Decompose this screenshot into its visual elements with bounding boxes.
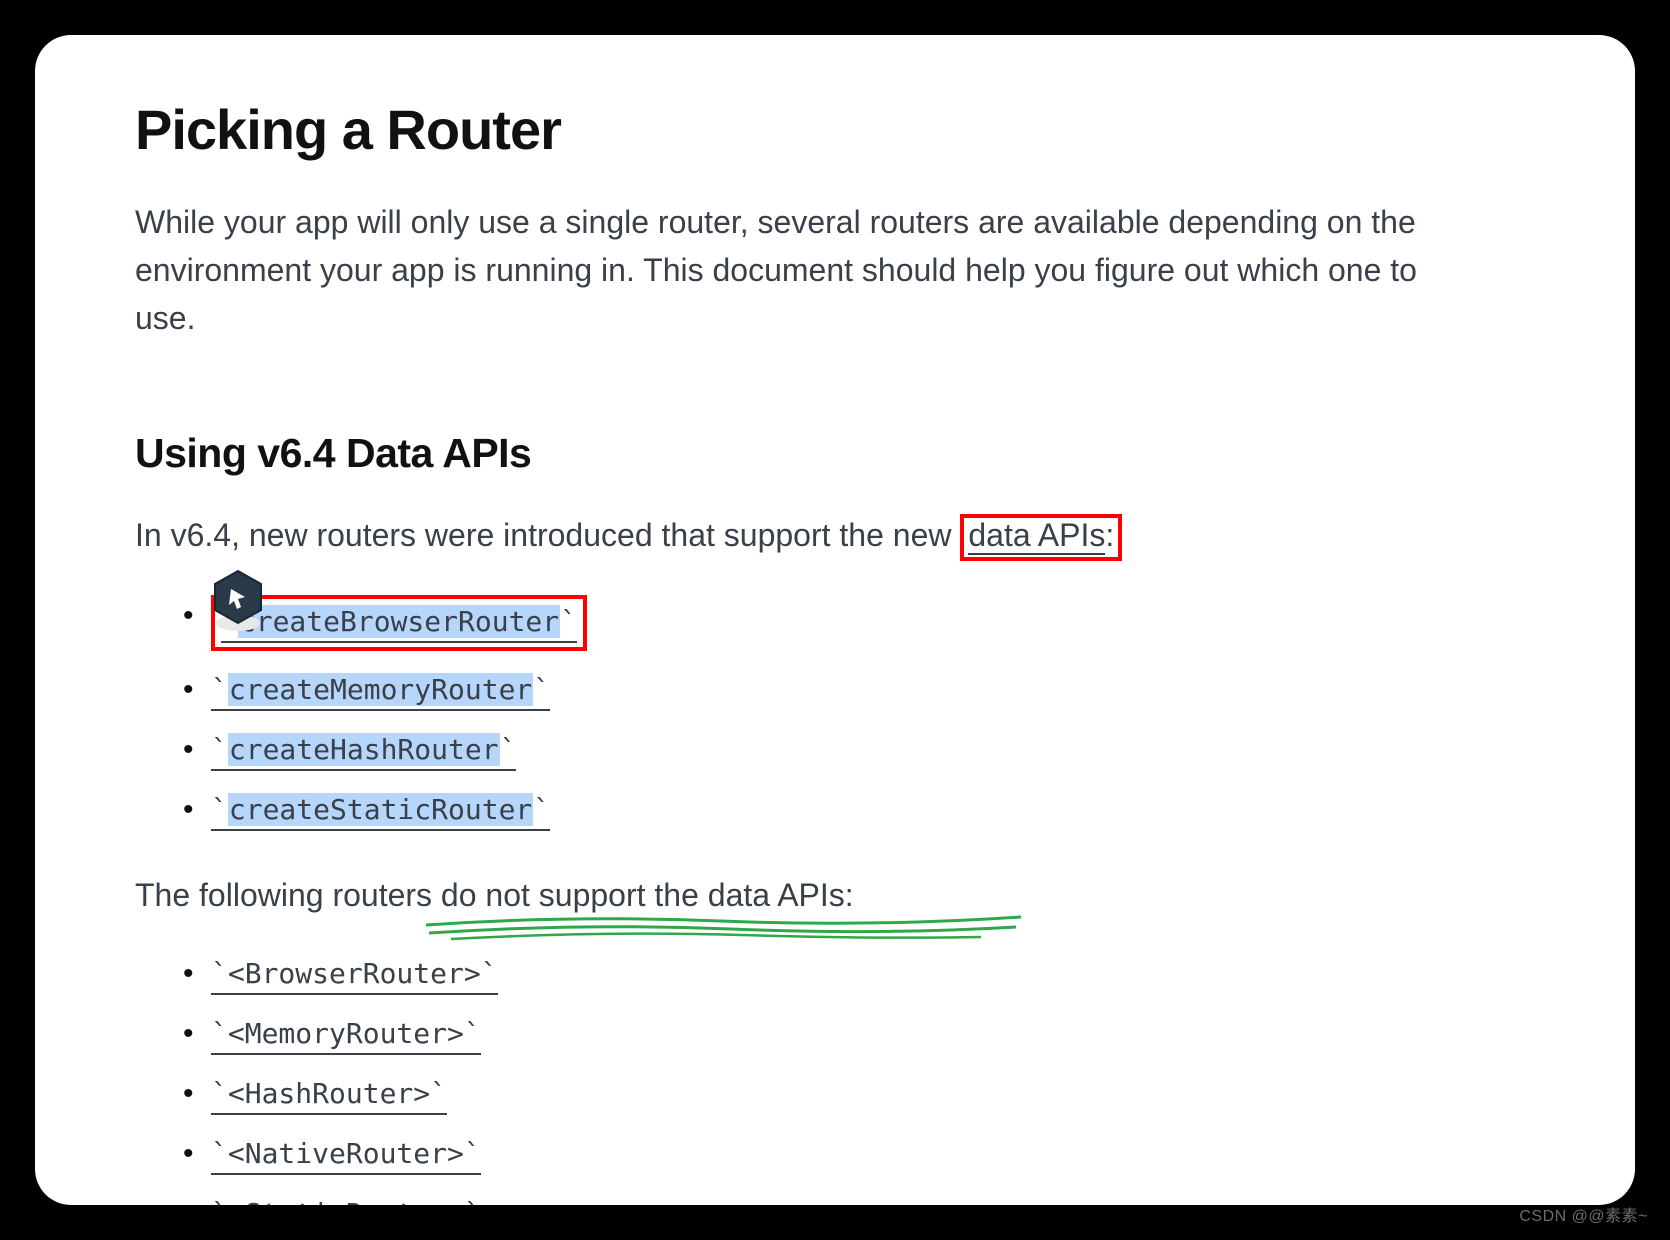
para1-prefix: In v6.4, new routers were introduced tha…: [135, 517, 960, 553]
link-create-browser-router[interactable]: `createBrowserRouter`: [221, 604, 577, 642]
annotation-underline: do not support the data APIs:: [441, 871, 854, 919]
annotation-box-data-apis: data APIs:: [960, 514, 1122, 561]
intro-paragraph: While your app will only use a single ro…: [135, 198, 1465, 342]
link-hash-router[interactable]: `<HashRouter>`: [211, 1076, 447, 1114]
para1-suffix: :: [1105, 517, 1114, 553]
annotation-box-create-browser-router: `createBrowserRouter`: [211, 595, 587, 651]
link-native-router[interactable]: `<NativeRouter>`: [211, 1136, 481, 1174]
list-item: `<BrowserRouter>`: [183, 953, 1535, 995]
list-item: `<NativeRouter>`: [183, 1133, 1535, 1175]
link-data-apis[interactable]: data APIs: [968, 517, 1105, 555]
section-para-1: In v6.4, new routers were introduced tha…: [135, 511, 1535, 561]
page-title: Picking a Router: [135, 97, 1535, 162]
list-item: `createHashRouter`: [183, 729, 1535, 771]
list-item: `<MemoryRouter>`: [183, 1013, 1535, 1055]
content-card: Picking a Router While your app will onl…: [35, 35, 1635, 1205]
link-create-memory-router[interactable]: `createMemoryRouter`: [211, 672, 550, 710]
unsupported-routers-list: `<BrowserRouter>` `<MemoryRouter>` `<Has…: [135, 953, 1535, 1205]
link-browser-router[interactable]: `<BrowserRouter>`: [211, 956, 498, 994]
scribble-icon: [421, 907, 1031, 947]
list-item: `createBrowserRouter`: [183, 595, 1535, 651]
section-para-2: The following routers do not support the…: [135, 871, 1535, 919]
link-static-router[interactable]: `<StaticRouter>`: [211, 1196, 481, 1205]
watermark: CSDN @@素素~: [1519, 1202, 1648, 1226]
list-item: `<HashRouter>`: [183, 1073, 1535, 1115]
section-heading: Using v6.4 Data APIs: [135, 430, 1535, 477]
list-item: `createMemoryRouter`: [183, 669, 1535, 711]
link-memory-router[interactable]: `<MemoryRouter>`: [211, 1016, 481, 1054]
supported-routers-list: `createBrowserRouter` `createMemoryRoute…: [135, 595, 1535, 831]
para2-prefix: The following routers: [135, 877, 441, 913]
link-create-static-router[interactable]: `createStaticRouter`: [211, 792, 550, 830]
list-item: `createStaticRouter`: [183, 789, 1535, 831]
link-create-hash-router[interactable]: `createHashRouter`: [211, 732, 516, 770]
list-item: `<StaticRouter>`: [183, 1193, 1535, 1205]
